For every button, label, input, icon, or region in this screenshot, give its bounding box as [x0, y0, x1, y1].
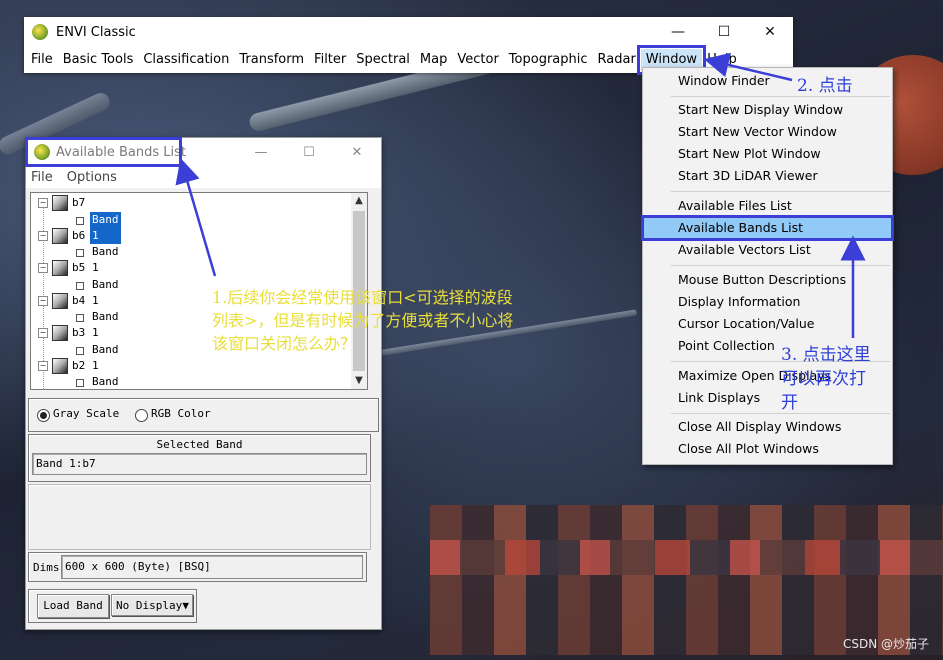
arrow-note-2: [703, 52, 793, 82]
annotation-arrows: [175, 52, 866, 338]
arrow-note-1: [175, 158, 217, 277]
watermark: CSDN @炒茄子: [842, 637, 929, 651]
